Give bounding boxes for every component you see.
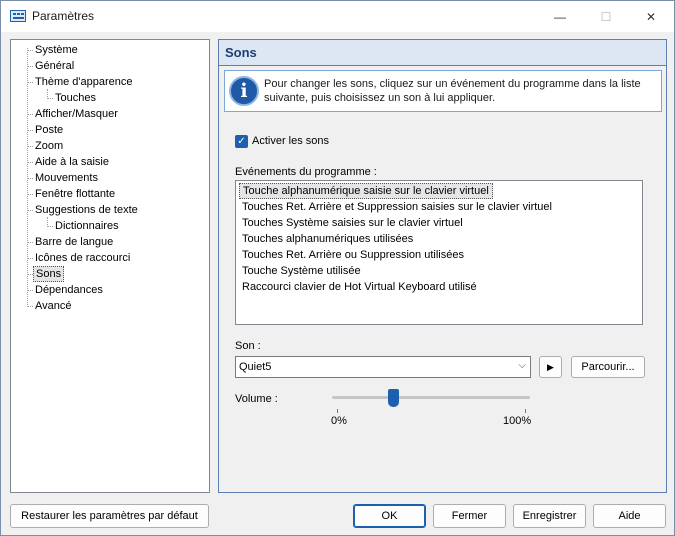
volume-label: Volume : [235,393,278,405]
tree-item-mouvements[interactable]: Mouvements [33,170,100,186]
minimize-button[interactable]: — [537,1,583,32]
help-button[interactable]: Aide [593,504,666,528]
close-icon: ✕ [645,9,657,24]
play-button[interactable]: ▶ [539,356,562,378]
event-list-item[interactable]: Touche alphanumérique saisie sur le clav… [239,183,493,199]
tree-item-sons[interactable]: Sons [33,266,65,282]
browse-button[interactable]: Parcourir... [571,356,645,378]
tree-item-th-me-d-apparence[interactable]: Thème d'apparence [33,74,135,90]
maximize-icon: ☐ [600,9,612,24]
chevron-down-icon: ⌵ [518,360,526,371]
tree-item-fen-tre-flottante[interactable]: Fenêtre flottante [33,186,117,202]
tree-item-suggestions-de-texte[interactable]: Suggestions de texte [33,202,140,218]
sound-select-value: Quiet5 [239,361,272,373]
volume-tick-min [337,409,338,413]
panel-header: Sons [219,40,666,66]
info-text: Pour changer les sons, cliquez sur un év… [264,78,641,104]
enable-sounds-label[interactable]: Activer les sons [252,135,329,147]
close-button[interactable]: ✕ [628,1,674,32]
title-bar[interactable]: Paramètres — ☐ ✕ [1,1,674,32]
tree-item-avanc[interactable]: Avancé [33,298,74,314]
minimize-icon: — [554,9,566,24]
sounds-panel: Sons i Pour changer les sons, cliquez su… [218,39,667,493]
volume-min-label: 0% [331,415,347,427]
info-box: i Pour changer les sons, cliquez sur un … [224,70,662,112]
window-title: Paramètres [32,9,95,23]
tree-item-g-n-ral[interactable]: Général [33,58,76,74]
volume-slider-track[interactable] [332,396,530,399]
volume-tick-max [525,409,526,413]
sound-select[interactable]: Quiet5 ⌵ [235,356,531,378]
volume-max-label: 100% [503,415,532,427]
maximize-button[interactable]: ☐ [583,1,629,32]
tree-item-afficher-masquer[interactable]: Afficher/Masquer [33,106,120,122]
event-list-item[interactable]: Touche Système utilisée [239,263,364,279]
events-list[interactable]: Touche alphanumérique saisie sur le clav… [235,180,643,325]
tree-item-touches[interactable]: Touches [53,90,98,106]
tree-item-zoom[interactable]: Zoom [33,138,65,154]
event-list-item[interactable]: Touches Ret. Arrière ou Suppression util… [239,247,467,263]
restore-defaults-button[interactable]: Restaurer les paramètres par défaut [10,504,209,528]
save-button[interactable]: Enregistrer [513,504,586,528]
event-list-item[interactable]: Touches Ret. Arrière et Suppression sais… [239,199,555,215]
settings-window: Paramètres — ☐ ✕ Système Général Thème d'a… [0,0,675,536]
tree-item-barre-de-langue[interactable]: Barre de langue [33,234,115,250]
tree-item-d-pendances[interactable]: Dépendances [33,282,105,298]
keyboard-icon [10,10,26,22]
tree-item-ic-nes-de-raccourci[interactable]: Icônes de raccourci [33,250,132,266]
close-dialog-button[interactable]: Fermer [433,504,506,528]
info-icon: i [229,76,259,106]
tree-item-poste[interactable]: Poste [33,122,65,138]
panel-title: Sons [225,45,257,60]
sound-label: Son : [235,340,261,352]
enable-sounds-checkbox[interactable]: ✓ [235,135,248,148]
ok-button[interactable]: OK [353,504,426,528]
play-icon: ▶ [547,362,554,372]
event-list-item[interactable]: Touches alphanumériques utilisées [239,231,416,247]
events-label: Evénements du programme : [235,166,377,178]
event-list-item[interactable]: Raccourci clavier de Hot Virtual Keyboar… [239,279,480,295]
tree-item-dictionnaires[interactable]: Dictionnaires [53,218,121,234]
tree-item-aide-la-saisie[interactable]: Aide à la saisie [33,154,111,170]
tree-item-syst-me[interactable]: Système [33,42,80,58]
settings-tree[interactable]: Système Général Thème d'apparence Touches Af… [10,39,210,493]
event-list-item[interactable]: Touches Système saisies sur le clavier v… [239,215,466,231]
volume-slider-thumb[interactable] [387,389,399,407]
